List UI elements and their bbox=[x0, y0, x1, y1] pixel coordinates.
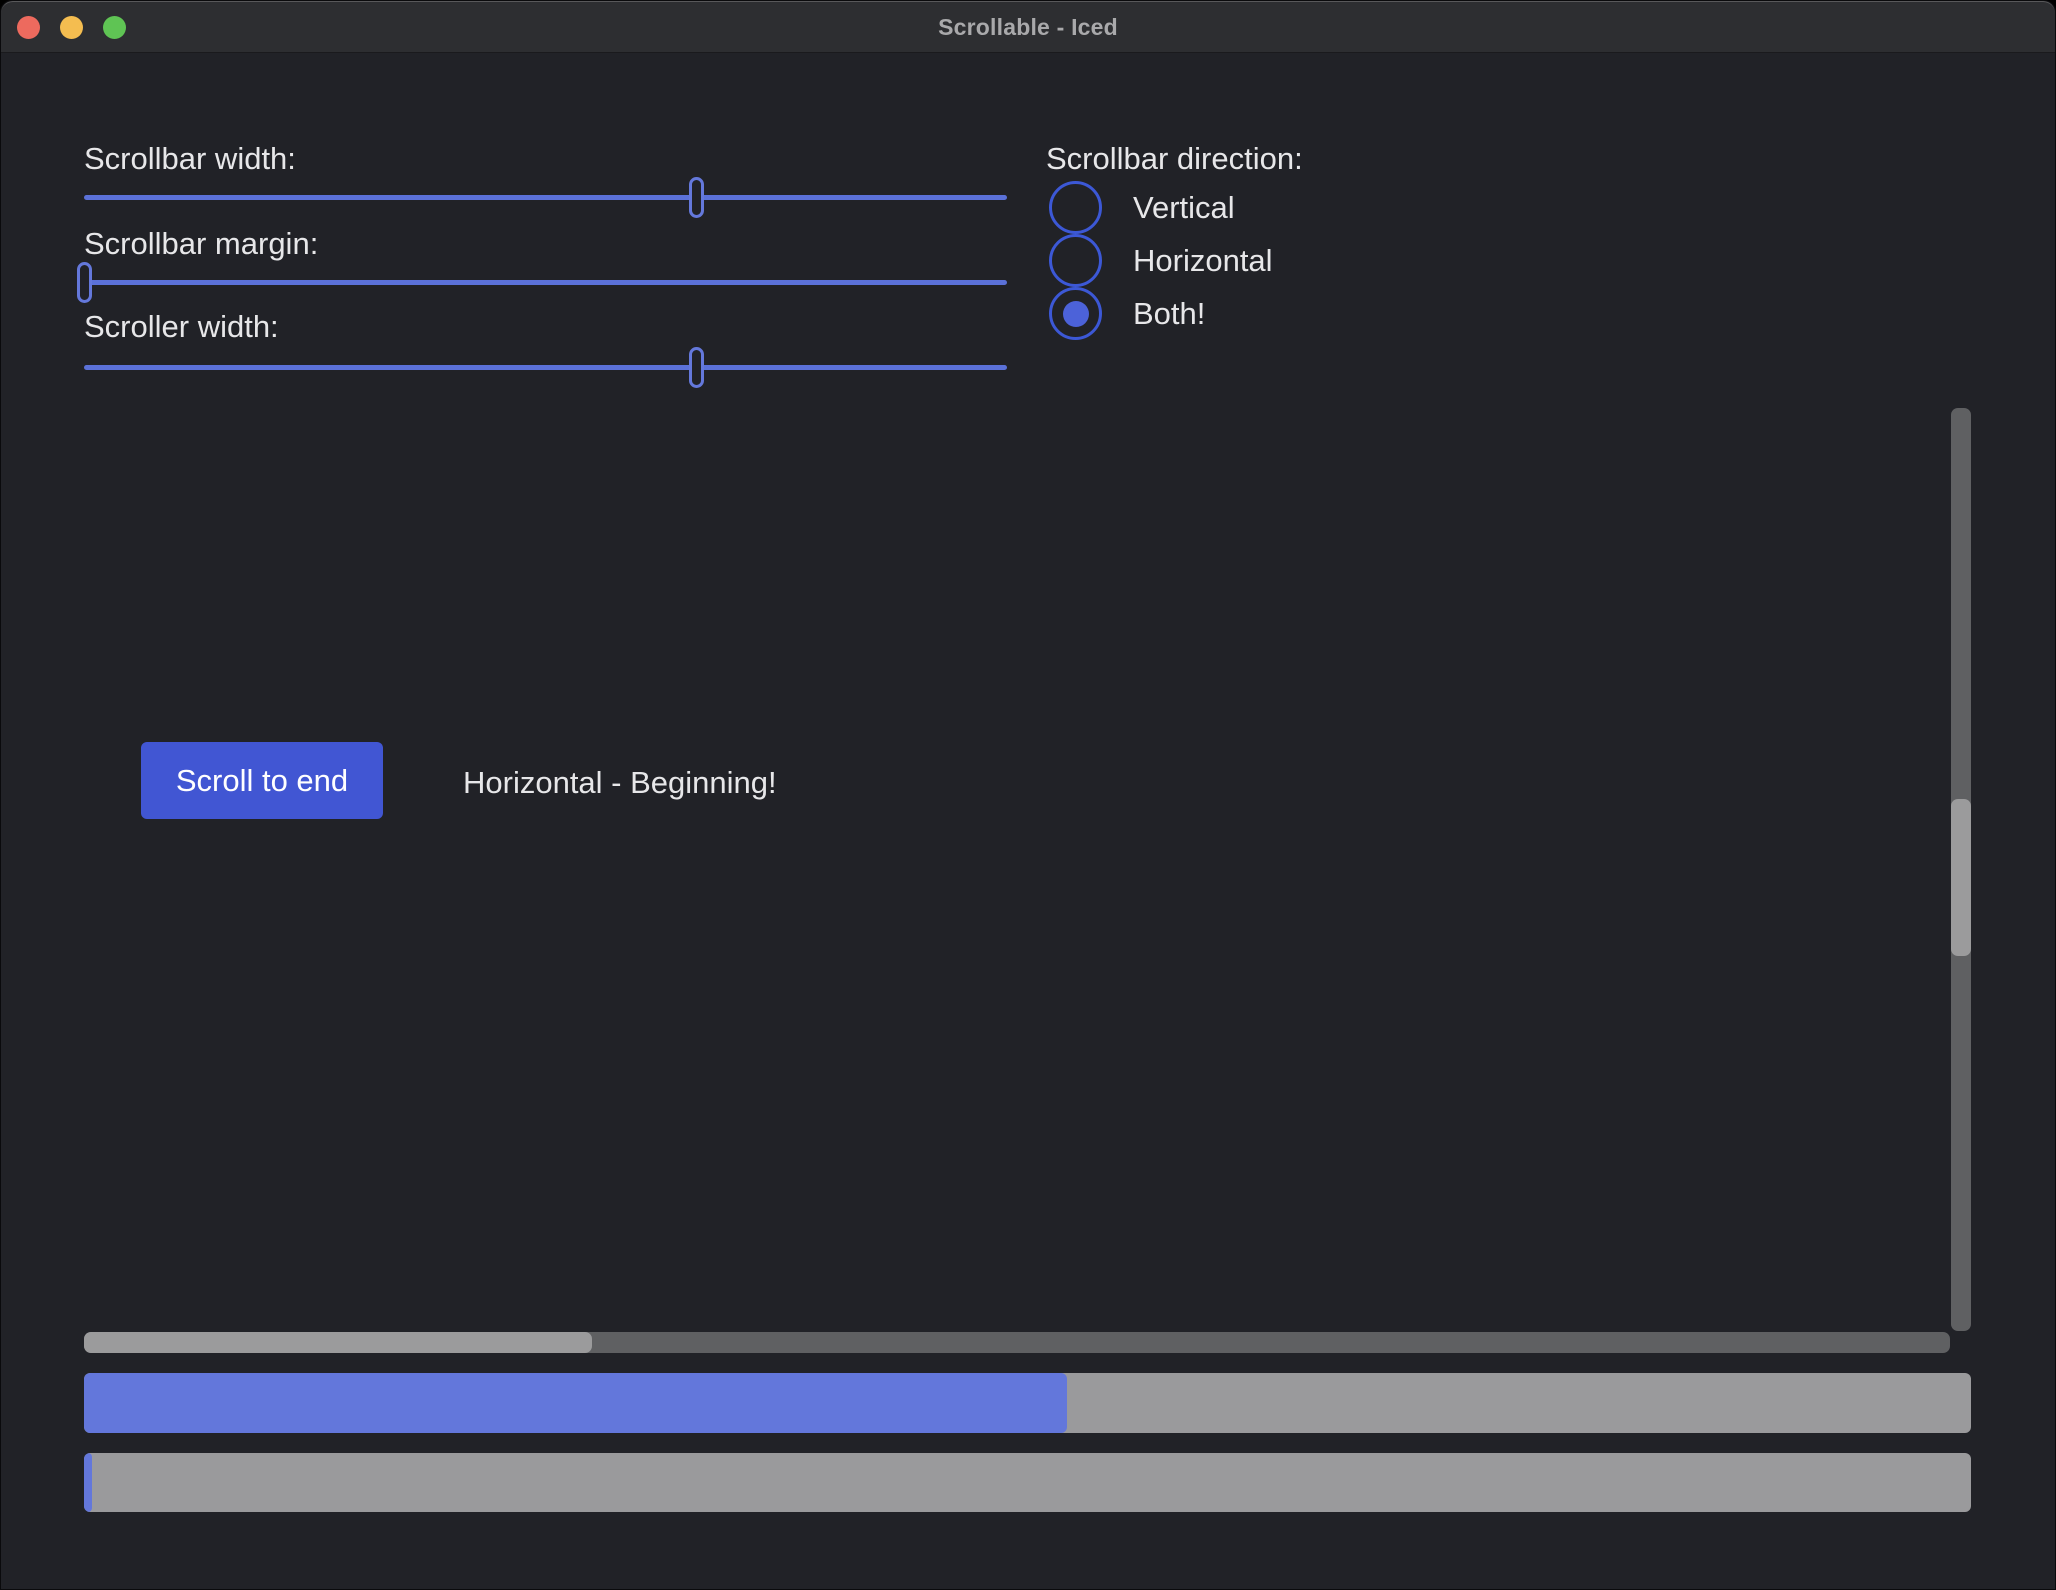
radio-option-vertical[interactable]: Vertical bbox=[1049, 181, 1273, 234]
vertical-scroller-thumb[interactable] bbox=[1951, 799, 1971, 956]
minimize-window-icon[interactable] bbox=[60, 16, 83, 39]
radio-circle-icon bbox=[1049, 181, 1102, 234]
scrollbar-width-label: Scrollbar width: bbox=[84, 142, 296, 176]
traffic-lights bbox=[17, 2, 126, 52]
scrollbar-margin-label: Scrollbar margin: bbox=[84, 227, 318, 261]
slider-handle[interactable] bbox=[689, 177, 704, 218]
progress-fill bbox=[84, 1373, 1067, 1433]
progress-fill bbox=[84, 1453, 92, 1512]
scroller-width-slider[interactable] bbox=[84, 347, 1007, 388]
vertical-scrollbar-track[interactable] bbox=[1951, 408, 1971, 1331]
scrollbar-margin-slider[interactable] bbox=[84, 262, 1007, 303]
radio-option-horizontal[interactable]: Horizontal bbox=[1049, 234, 1273, 287]
app-window: Scrollable - Iced Scrollbar width: Scrol… bbox=[0, 0, 2056, 1590]
radio-label: Horizontal bbox=[1133, 243, 1273, 279]
radio-circle-icon bbox=[1049, 287, 1102, 340]
window-title: Scrollable - Iced bbox=[938, 14, 1118, 41]
scroll-status-text: Horizontal - Beginning! bbox=[463, 766, 777, 800]
radio-dot-icon bbox=[1063, 301, 1089, 327]
slider-rail bbox=[84, 195, 1007, 200]
scrollbar-width-slider[interactable] bbox=[84, 177, 1007, 218]
radio-label: Vertical bbox=[1133, 190, 1235, 226]
slider-handle[interactable] bbox=[77, 262, 92, 303]
horizontal-scroller-thumb[interactable] bbox=[84, 1332, 592, 1353]
fullscreen-window-icon[interactable] bbox=[103, 16, 126, 39]
scrollbar-direction-group: Vertical Horizontal Both! bbox=[1049, 181, 1273, 340]
radio-circle-icon bbox=[1049, 234, 1102, 287]
scrollbar-direction-label: Scrollbar direction: bbox=[1046, 142, 1303, 176]
radio-label: Both! bbox=[1133, 296, 1205, 332]
horizontal-progress-bar bbox=[84, 1373, 1971, 1433]
scroller-width-label: Scroller width: bbox=[84, 310, 279, 344]
scroll-to-end-button[interactable]: Scroll to end bbox=[141, 742, 383, 819]
horizontal-scrollbar-track[interactable] bbox=[84, 1332, 1950, 1353]
slider-rail bbox=[84, 280, 1007, 285]
radio-option-both[interactable]: Both! bbox=[1049, 287, 1273, 340]
slider-handle[interactable] bbox=[689, 347, 704, 388]
close-window-icon[interactable] bbox=[17, 16, 40, 39]
slider-rail bbox=[84, 365, 1007, 370]
title-bar: Scrollable - Iced bbox=[1, 1, 2055, 53]
vertical-progress-bar bbox=[84, 1453, 1971, 1512]
